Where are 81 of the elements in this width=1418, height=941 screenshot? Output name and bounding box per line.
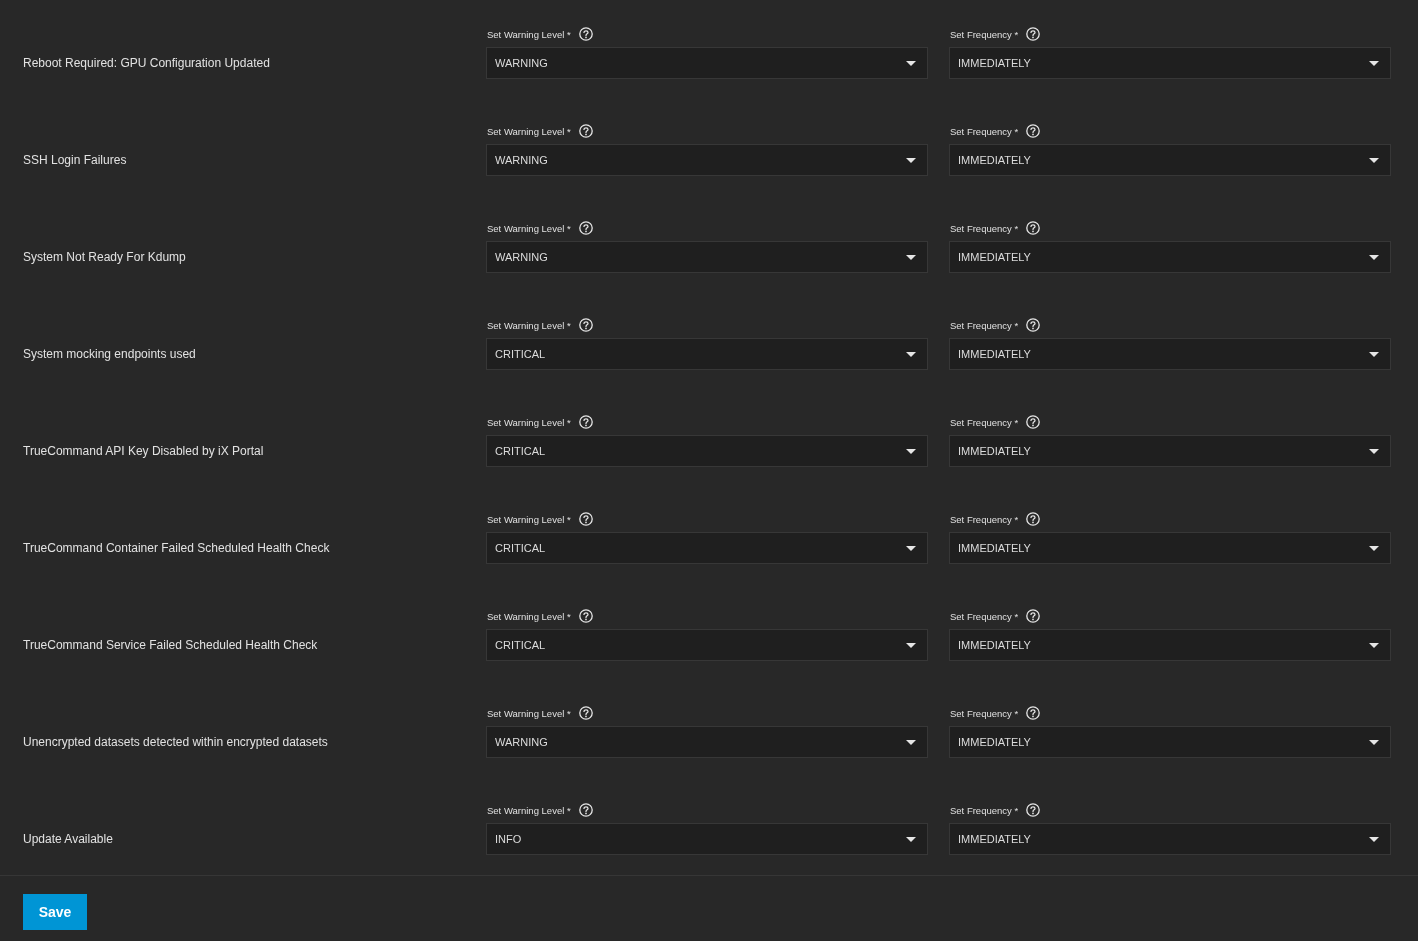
help-icon[interactable] [1026, 609, 1041, 623]
caret-icon [906, 60, 916, 66]
field-label: Set Frequency * [950, 416, 1019, 428]
field-label: Set Frequency * [950, 513, 1019, 525]
help-icon[interactable] [1026, 415, 1041, 429]
caret-icon [1369, 448, 1379, 454]
caret-icon [1369, 157, 1379, 163]
alert-name: System Not Ready For Kdump [23, 250, 186, 264]
caret-icon [1369, 642, 1379, 648]
caret-icon [1369, 351, 1379, 357]
select-field[interactable]: WARNING [486, 144, 928, 176]
select-field[interactable]: WARNING [486, 241, 928, 273]
help-icon[interactable] [578, 706, 593, 720]
select-field[interactable]: IMMEDIATELY [949, 144, 1391, 176]
help-icon[interactable] [578, 318, 593, 332]
select-field[interactable]: IMMEDIATELY [949, 629, 1391, 661]
select-field[interactable]: WARNING [486, 726, 928, 758]
field-label: Set Warning Level * [487, 610, 571, 622]
caret-icon [906, 157, 916, 163]
caret-icon [906, 642, 916, 648]
select-field[interactable]: IMMEDIATELY [949, 532, 1391, 564]
field-label: Set Frequency * [950, 707, 1019, 719]
select-field[interactable]: IMMEDIATELY [949, 47, 1391, 79]
help-icon[interactable] [1026, 221, 1041, 235]
field-label: Set Frequency * [950, 610, 1019, 622]
help-icon[interactable] [578, 803, 593, 817]
help-icon[interactable] [1026, 803, 1041, 817]
alert-name: System mocking endpoints used [23, 347, 196, 361]
alert-name: SSH Login Failures [23, 153, 127, 167]
select-field[interactable]: IMMEDIATELY [949, 241, 1391, 273]
alert-name: TrueCommand Container Failed Scheduled Health Check [23, 541, 330, 555]
caret-icon [1369, 254, 1379, 260]
caret-icon [1369, 545, 1379, 551]
field-label: Set Warning Level * [487, 513, 571, 525]
alert-name: Update Available [23, 832, 113, 846]
caret-icon [1369, 836, 1379, 842]
field-label: Set Warning Level * [487, 222, 571, 234]
caret-icon [906, 448, 916, 454]
select-field[interactable]: WARNING [486, 47, 928, 79]
alert-name: Reboot Required: GPU Configuration Updated [23, 56, 270, 70]
help-icon[interactable] [578, 124, 593, 138]
select-field[interactable]: INFO [486, 823, 928, 855]
field-label: Set Frequency * [950, 222, 1019, 234]
field-label: Set Frequency * [950, 804, 1019, 816]
caret-icon [906, 836, 916, 842]
caret-icon [906, 739, 916, 745]
select-field[interactable]: IMMEDIATELY [949, 726, 1391, 758]
field-label: Set Frequency * [950, 125, 1019, 137]
help-icon[interactable] [1026, 706, 1041, 720]
caret-icon [1369, 60, 1379, 66]
help-icon[interactable] [1026, 512, 1041, 526]
field-label: Set Warning Level * [487, 28, 571, 40]
field-label: Set Frequency * [950, 319, 1019, 331]
help-icon[interactable] [578, 512, 593, 526]
select-field[interactable]: IMMEDIATELY [949, 435, 1391, 467]
help-icon[interactable] [1026, 124, 1041, 138]
help-icon[interactable] [578, 609, 593, 623]
alert-name: Unencrypted datasets detected within encrypted datasets [23, 735, 328, 749]
caret-icon [906, 545, 916, 551]
select-field[interactable]: CRITICAL [486, 629, 928, 661]
field-label: Set Warning Level * [487, 319, 571, 331]
field-label: Set Warning Level * [487, 804, 571, 816]
caret-icon [1369, 739, 1379, 745]
field-label: Set Warning Level * [487, 125, 571, 137]
help-icon[interactable] [578, 415, 593, 429]
select-field[interactable]: IMMEDIATELY [949, 823, 1391, 855]
alert-name: TrueCommand Service Failed Scheduled Health Check [23, 638, 318, 652]
help-icon[interactable] [1026, 27, 1041, 41]
help-icon[interactable] [578, 221, 593, 235]
caret-icon [906, 254, 916, 260]
select-field[interactable]: CRITICAL [486, 338, 928, 370]
field-label: Set Frequency * [950, 28, 1019, 40]
select-field[interactable]: CRITICAL [486, 435, 928, 467]
caret-icon [906, 351, 916, 357]
select-field[interactable]: CRITICAL [486, 532, 928, 564]
field-label: Set Warning Level * [487, 707, 571, 719]
help-icon[interactable] [1026, 318, 1041, 332]
alert-name: TrueCommand API Key Disabled by iX Portal [23, 444, 264, 458]
select-field[interactable]: IMMEDIATELY [949, 338, 1391, 370]
help-icon[interactable] [578, 27, 593, 41]
field-label: Set Warning Level * [487, 416, 571, 428]
